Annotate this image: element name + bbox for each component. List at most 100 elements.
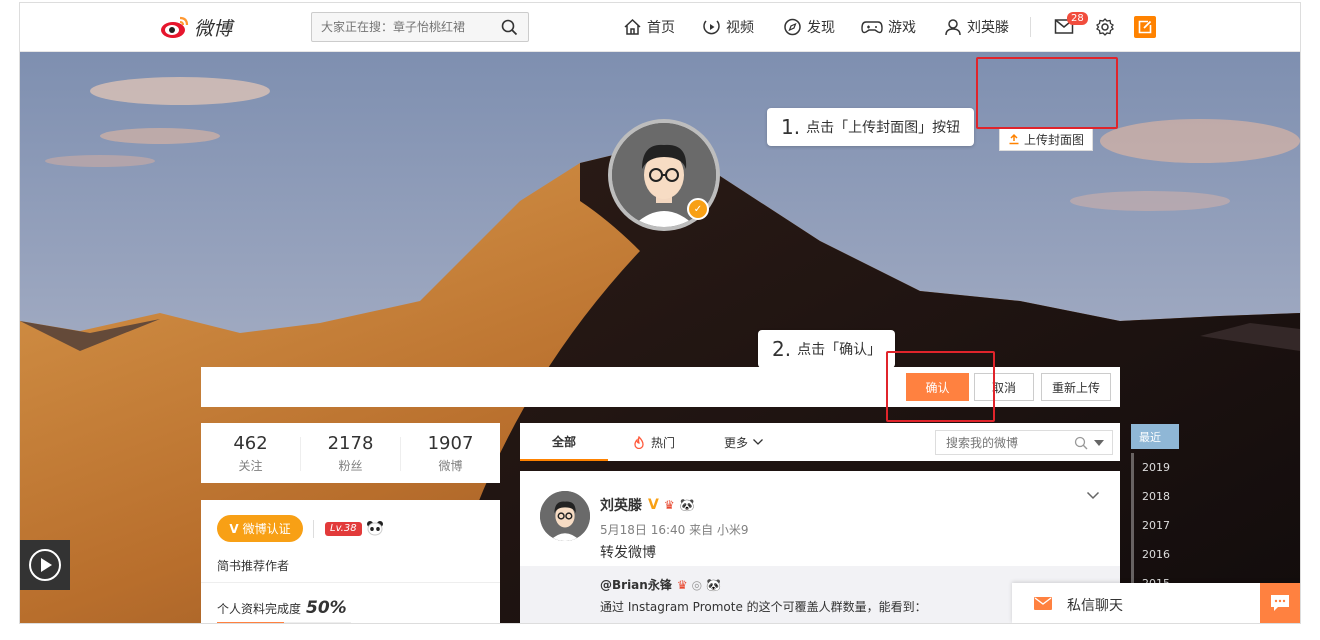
- highlight-box-upload: [976, 57, 1118, 129]
- tab-hot[interactable]: 热门: [633, 423, 675, 461]
- play-icon: [29, 549, 61, 581]
- feed-text: 转发微博: [600, 545, 656, 561]
- stat-followers[interactable]: 2178 粉丝: [301, 433, 400, 474]
- weibo-eye-icon: [161, 16, 189, 38]
- gear-icon[interactable]: [1095, 17, 1115, 37]
- level-badge[interactable]: Lv.38: [325, 522, 362, 536]
- search-icon[interactable]: [1074, 436, 1088, 450]
- timeline-year[interactable]: 2018: [1131, 482, 1179, 511]
- stat-posts[interactable]: 1907 微博: [401, 433, 500, 474]
- callout-2-text: 点击「确认」: [797, 342, 882, 358]
- browser-viewport: 微博 首页 视频 发现: [20, 3, 1300, 623]
- timeline-year[interactable]: 2016: [1131, 540, 1179, 569]
- chat-bubble-icon: [1271, 595, 1289, 611]
- feed-tabs: 全部 热门 更多: [520, 423, 1120, 461]
- global-search-box: [311, 12, 529, 42]
- completion-bar: [217, 622, 351, 623]
- weibo-logo[interactable]: 微博: [160, 12, 240, 42]
- message-count-badge: 28: [1067, 12, 1088, 25]
- stat-following-value: 462: [233, 433, 268, 454]
- tab-hot-label: 热门: [651, 435, 676, 450]
- nav-games[interactable]: 游戏: [861, 16, 916, 38]
- global-search-input[interactable]: [312, 13, 491, 41]
- timeline-year[interactable]: 2019: [1131, 453, 1179, 482]
- feed-author[interactable]: 刘英滕 V ♛ 🐼: [600, 495, 695, 515]
- fire-icon: [634, 435, 644, 449]
- stat-following[interactable]: 462 关注: [201, 433, 300, 474]
- nav-games-label: 游戏: [888, 20, 916, 36]
- verified-badge-icon: ✓: [687, 198, 709, 220]
- chevron-down-icon: [753, 439, 763, 445]
- upload-cover-label: 上传封面图: [1023, 132, 1084, 147]
- highlight-box-confirm: [886, 351, 995, 422]
- completion-label: 个人资料完成度: [217, 602, 302, 616]
- profile-bio: 简书推荐作者: [217, 559, 290, 573]
- envelope-icon: [1034, 597, 1052, 610]
- caret-down-icon[interactable]: [1094, 440, 1104, 446]
- crown-icon: ♛: [676, 577, 688, 592]
- logo-text: 微博: [194, 17, 233, 40]
- profile-completion[interactable]: 个人资料完成度 50%: [217, 598, 347, 618]
- instruction-callout-1: 1. 点击「上传封面图」按钮: [767, 108, 975, 146]
- tab-more-label: 更多: [724, 435, 749, 450]
- upload-cover-button[interactable]: 上传封面图: [999, 127, 1093, 151]
- avatar-illustration: [540, 491, 590, 541]
- stat-posts-value: 1907: [427, 433, 474, 454]
- tab-all[interactable]: 全部: [520, 423, 608, 461]
- panda-icon: 🐼: [679, 498, 695, 512]
- completion-bar-fill: [217, 622, 284, 623]
- callout-1-text: 点击「上传封面图」按钮: [806, 120, 961, 136]
- private-chat-bar[interactable]: 私信聊天: [1012, 583, 1300, 623]
- crown-icon: ♛: [663, 498, 675, 512]
- nav-video[interactable]: 视频: [702, 16, 754, 38]
- search-icon[interactable]: [501, 19, 518, 36]
- compose-button[interactable]: [1134, 16, 1156, 38]
- feed-avatar[interactable]: [540, 491, 590, 541]
- panda-icon[interactable]: [366, 520, 384, 536]
- reupload-button[interactable]: 重新上传: [1041, 373, 1111, 401]
- nav-divider: [1030, 17, 1031, 37]
- chat-open-button[interactable]: [1260, 583, 1300, 623]
- completion-value: 50%: [306, 598, 347, 618]
- repost-author[interactable]: @Brian永锋 ♛ ◎ 🐼: [600, 576, 721, 593]
- my-weibo-search: [935, 430, 1113, 455]
- stat-posts-label: 微博: [438, 459, 463, 473]
- timeline-year[interactable]: 2017: [1131, 511, 1179, 540]
- chat-label: 私信聊天: [1067, 598, 1123, 614]
- medal-icon: ◎: [691, 577, 703, 592]
- badge-divider: [313, 520, 314, 538]
- upload-icon: [1009, 133, 1019, 145]
- home-icon: [624, 18, 641, 35]
- tab-more[interactable]: 更多: [724, 423, 764, 461]
- profile-info-card: V 微博认证 Lv.38 简书推荐作者 个人资料完成度 50%: [201, 500, 500, 623]
- repost-author-name: @Brian永锋: [600, 578, 672, 592]
- nav-profile-label: 刘英滕: [967, 20, 1009, 36]
- feed-meta: 5月18日 16:40 来自 小米9: [600, 523, 749, 537]
- verified-v-icon: V: [648, 497, 659, 513]
- user-icon: [945, 19, 961, 36]
- chevron-down-icon[interactable]: [1086, 491, 1100, 500]
- my-weibo-search-input[interactable]: [936, 431, 1066, 454]
- stat-followers-value: 2178: [327, 433, 374, 454]
- repost-text: 通过 Instagram Promote 的这个可覆盖人群数量，能看到：: [600, 600, 927, 614]
- timeline-recent[interactable]: 最近: [1131, 424, 1179, 449]
- nav-discover-label: 发现: [807, 20, 835, 36]
- nav-home[interactable]: 首页: [623, 16, 675, 38]
- card-divider: [201, 582, 500, 583]
- callout-1-number: 1.: [781, 115, 801, 139]
- nav-video-label: 视频: [726, 20, 754, 36]
- verified-label: 微博认证: [242, 522, 291, 536]
- music-play-button[interactable]: [20, 540, 70, 590]
- top-navigation: 微博 首页 视频 发现: [20, 3, 1300, 52]
- video-icon: [703, 20, 720, 35]
- nav-discover[interactable]: 发现: [783, 16, 835, 38]
- compose-icon: [1138, 20, 1152, 34]
- year-timeline: 最近 2019 2018 2017 2016 2015: [1131, 424, 1179, 598]
- compass-icon: [784, 18, 801, 36]
- weibo-verified-pill[interactable]: V 微博认证: [217, 515, 303, 542]
- v-icon: V: [229, 521, 239, 536]
- stat-following-label: 关注: [238, 459, 263, 473]
- stat-followers-label: 粉丝: [338, 459, 363, 473]
- nav-profile[interactable]: 刘英滕: [944, 16, 1009, 38]
- feed-author-name: 刘英滕: [600, 498, 642, 514]
